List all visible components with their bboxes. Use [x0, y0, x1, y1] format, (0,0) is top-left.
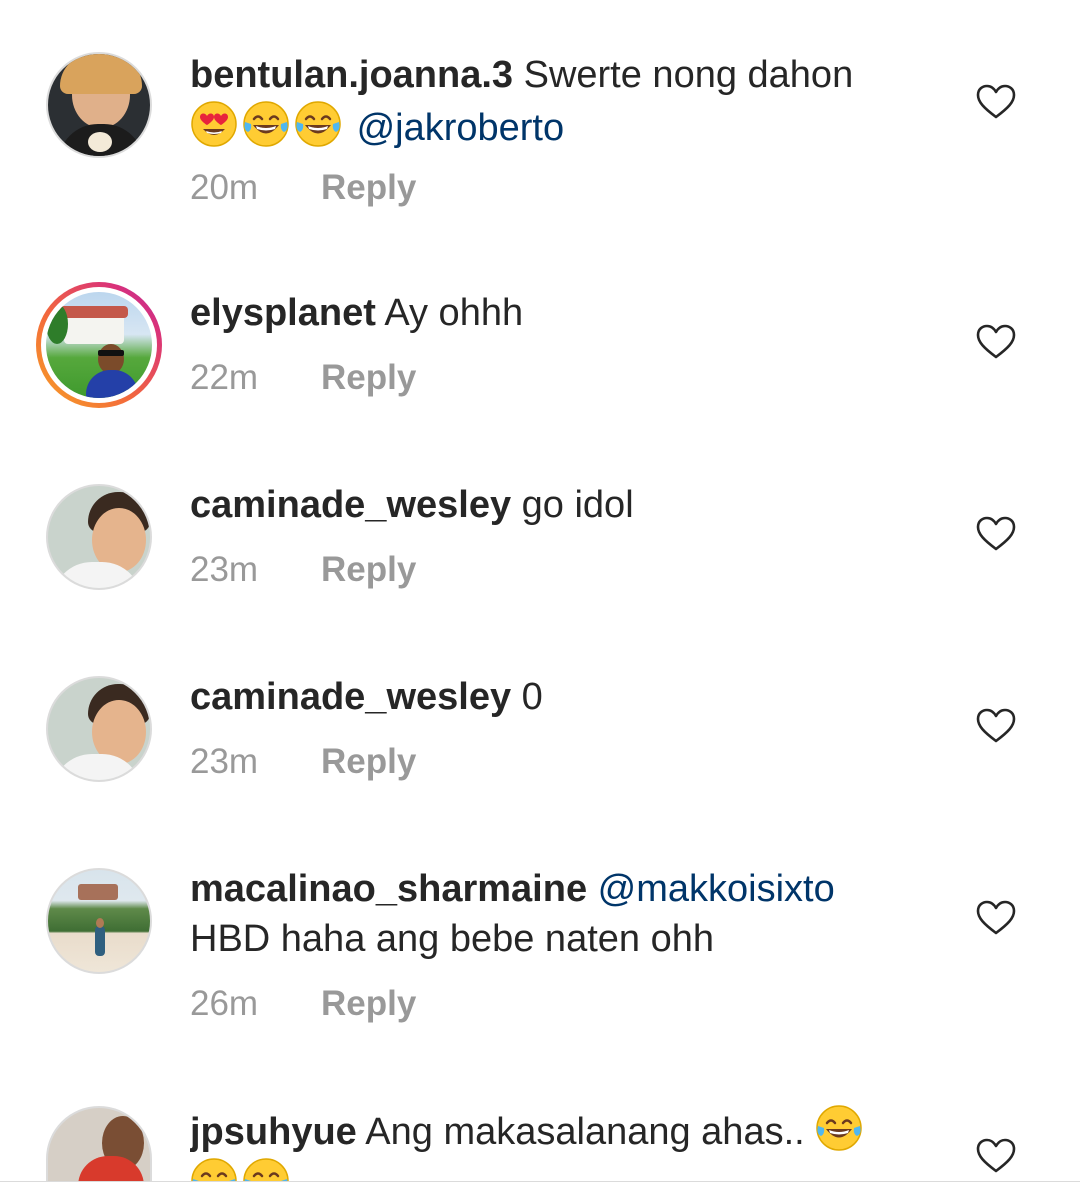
laughing-tears-emoji-icon — [190, 1157, 238, 1182]
avatar[interactable] — [46, 52, 152, 158]
heart-outline-icon[interactable] — [976, 708, 1016, 744]
reply-button[interactable]: Reply — [321, 168, 416, 207]
avatar[interactable] — [36, 282, 162, 408]
comment-text: elysplanet Ay ohhh — [190, 288, 930, 338]
comment-timestamp: 22m — [190, 358, 259, 397]
comment-meta: 20m Reply — [190, 168, 416, 208]
heart-outline-icon[interactable] — [976, 1138, 1016, 1174]
comment-mention[interactable]: @makkoisixto — [598, 868, 835, 910]
laughing-tears-emoji-icon — [294, 100, 342, 148]
reply-button[interactable]: Reply — [321, 550, 416, 589]
comment-body: Ang makasalanang ahas.. — [365, 1111, 805, 1153]
comment-meta: 22m Reply — [190, 358, 416, 398]
laughing-tears-emoji-icon — [242, 100, 290, 148]
comment-text: macalinao_sharmaine @makkoisixto HBD hah… — [190, 864, 930, 964]
comment-body: Swerte nong dahon — [523, 54, 854, 96]
heart-outline-icon[interactable] — [976, 324, 1016, 360]
avatar[interactable] — [46, 676, 152, 782]
comment-username[interactable]: jpsuhyue — [190, 1111, 357, 1153]
comment-username[interactable]: elysplanet — [190, 292, 376, 334]
heart-eyes-emoji-icon — [190, 100, 238, 148]
comment-timestamp: 23m — [190, 550, 259, 589]
comment-body: HBD haha ang bebe naten ohh — [190, 918, 714, 960]
reply-button[interactable]: Reply — [321, 742, 416, 781]
heart-outline-icon[interactable] — [976, 84, 1016, 120]
comment-username[interactable]: bentulan.joanna.3 — [190, 54, 513, 96]
comment-meta: 23m Reply — [190, 550, 416, 590]
comment-meta: 26m Reply — [190, 984, 416, 1024]
comments-list: bentulan.joanna.3 Swerte nong dahon @jak… — [0, 0, 1080, 1200]
avatar[interactable] — [46, 1106, 152, 1182]
reply-button[interactable]: Reply — [321, 358, 416, 397]
avatar[interactable] — [46, 868, 152, 974]
heart-outline-icon[interactable] — [976, 900, 1016, 936]
comment-meta: 23m Reply — [190, 742, 416, 782]
comment-text: caminade_wesley go idol — [190, 480, 930, 530]
reply-button[interactable]: Reply — [321, 984, 416, 1023]
comment-body: 0 — [521, 676, 543, 718]
comment-body: go idol — [521, 484, 634, 526]
comment-username[interactable]: macalinao_sharmaine — [190, 868, 587, 910]
heart-outline-icon[interactable] — [976, 516, 1016, 552]
comment-text: jpsuhyue Ang makasalanang ahas.. — [190, 1104, 930, 1182]
comment-text: caminade_wesley 0 — [190, 672, 930, 722]
comment-timestamp: 23m — [190, 742, 259, 781]
comment-mention[interactable]: @jakroberto — [357, 107, 565, 149]
comment-text: bentulan.joanna.3 Swerte nong dahon @jak… — [190, 50, 930, 153]
comment-body: Ay ohhh — [384, 292, 524, 334]
laughing-tears-emoji-icon — [242, 1157, 290, 1182]
laughing-tears-emoji-icon — [815, 1104, 863, 1152]
comment-username[interactable]: caminade_wesley — [190, 484, 511, 526]
comment-timestamp: 26m — [190, 984, 259, 1023]
comment-username[interactable]: caminade_wesley — [190, 676, 511, 718]
avatar[interactable] — [46, 484, 152, 590]
divider — [0, 1181, 1080, 1182]
comment-timestamp: 20m — [190, 168, 259, 207]
